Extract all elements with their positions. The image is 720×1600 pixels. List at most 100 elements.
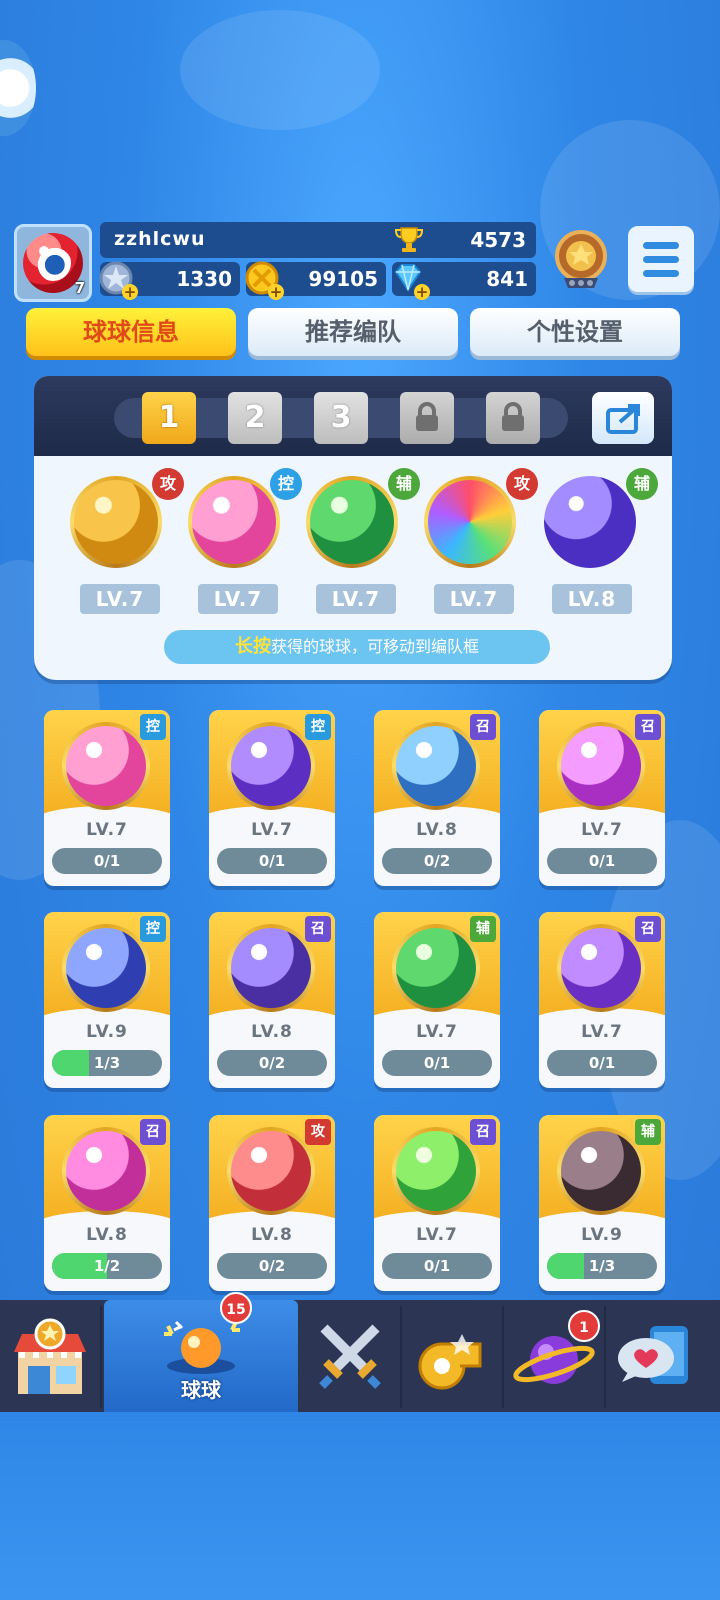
stamina-icon: +: [96, 258, 138, 300]
blue-swap-ball-icon: [544, 476, 636, 568]
nav-whistle[interactable]: [402, 1306, 504, 1408]
nav-planet[interactable]: 1: [504, 1306, 606, 1408]
team-slot-2[interactable]: 2: [228, 392, 282, 444]
card-progress-bar: 0/2: [217, 1253, 327, 1279]
team-ball-level: LV.7: [80, 584, 160, 614]
ball-card[interactable]: 辅 LV.7 0/1: [374, 912, 500, 1088]
role-badge: 控: [270, 468, 302, 500]
card-role-badge: 辅: [635, 1119, 661, 1145]
card-progress-text: 0/1: [423, 1257, 451, 1275]
nav-social[interactable]: [606, 1306, 706, 1408]
share-icon: [606, 404, 640, 434]
team-slot-5-locked[interactable]: [486, 392, 540, 444]
tab-personal-settings[interactable]: 个性设置: [470, 308, 680, 356]
rank-badge-icon[interactable]: [550, 228, 612, 294]
card-role-badge: 攻: [305, 1119, 331, 1145]
tab-recommended-team[interactable]: 推荐编队: [248, 308, 458, 356]
blue-clock-ball-icon: [66, 928, 146, 1008]
card-ball: [62, 924, 150, 1012]
role-badge: 攻: [152, 468, 184, 500]
card-role-badge: 召: [140, 1119, 166, 1145]
team-ball-3[interactable]: 辅: [306, 468, 420, 568]
gold-knight-ball-icon: [74, 480, 158, 564]
planet-badge: 1: [568, 1310, 600, 1342]
stamina-bar[interactable]: + 1330: [99, 261, 240, 300]
ball-card[interactable]: 控 LV.7 0/1: [44, 710, 170, 886]
card-progress-bar: 1/3: [547, 1253, 657, 1279]
add-diamond-icon[interactable]: +: [414, 284, 430, 300]
ball-card[interactable]: 召 LV.8 0/2: [374, 710, 500, 886]
menu-icon-line: [643, 270, 679, 277]
card-progress-bar: 0/1: [547, 848, 657, 874]
menu-button[interactable]: [628, 226, 694, 292]
card-level: LV.7: [251, 820, 293, 840]
avatar-level: 7: [74, 279, 85, 297]
card-role-badge: 召: [635, 714, 661, 740]
nav-shop[interactable]: [0, 1306, 102, 1408]
rainbow-gem-ball-icon: [428, 480, 512, 564]
card-ball: [227, 1127, 315, 1215]
ball-card[interactable]: 召 LV.8 0/2: [209, 912, 335, 1088]
ball-card[interactable]: 控 LV.7 0/1: [209, 710, 335, 886]
ball-card[interactable]: 召 LV.8 1/2: [44, 1115, 170, 1291]
card-ball: [227, 924, 315, 1012]
card-role-badge: 控: [140, 714, 166, 740]
team-ball-1[interactable]: 攻: [70, 468, 184, 568]
trophy-count: 4573: [470, 228, 526, 252]
long-press-hint: 长按获得的球球，可移动到编队框: [164, 630, 550, 664]
card-level: LV.8: [251, 1022, 293, 1042]
card-progress-bar: 0/1: [52, 848, 162, 874]
green-arrow-ball-icon: [310, 480, 394, 564]
dark-skull-ball-icon: [561, 1131, 641, 1211]
pink-heart-ball-icon: [192, 480, 276, 564]
diamond-bar[interactable]: + 841: [392, 262, 536, 300]
card-ball: [392, 1127, 480, 1215]
card-ball: [557, 924, 645, 1012]
diamond-value: 841: [486, 267, 528, 291]
card-role-badge: 召: [305, 916, 331, 942]
nav-balls[interactable]: 球球 15: [104, 1292, 298, 1412]
add-gold-icon[interactable]: +: [268, 284, 284, 300]
ball-card[interactable]: 召 LV.7 0/1: [374, 1115, 500, 1291]
username: zzhlcwu: [114, 228, 206, 250]
team-ball-2[interactable]: 控: [188, 468, 302, 568]
card-progress-bar: 0/1: [547, 1050, 657, 1076]
diamond-icon: +: [388, 258, 430, 300]
card-progress-text: 0/1: [588, 1054, 616, 1072]
ball-card[interactable]: 辅 LV.9 1/3: [539, 1115, 665, 1291]
green-arrow-ball-icon: [396, 928, 476, 1008]
hint-text: 获得的球球，可移动到编队框: [270, 637, 479, 656]
ball-card[interactable]: 召 LV.7 0/1: [539, 710, 665, 886]
avatar[interactable]: 7: [14, 224, 92, 302]
pink-blade-ball-icon: [66, 1131, 146, 1211]
card-progress-text: 0/2: [423, 852, 451, 870]
team-slot-header: 1 2 3: [34, 376, 672, 456]
role-badge: 辅: [388, 468, 420, 500]
team-ball-5[interactable]: 辅: [544, 468, 658, 568]
ball-card[interactable]: 攻 LV.8 0/2: [209, 1115, 335, 1291]
card-level: LV.7: [581, 820, 623, 840]
ball-card[interactable]: 召 LV.7 0/1: [539, 912, 665, 1088]
red-fist-ball-icon: [231, 1131, 311, 1211]
gold-bar[interactable]: + 99105: [245, 261, 386, 300]
hint-highlight: 长按: [234, 636, 271, 657]
card-role-badge: 召: [470, 714, 496, 740]
card-progress-text: 0/1: [423, 1054, 451, 1072]
team-slot-4-locked[interactable]: [400, 392, 454, 444]
nav-battle[interactable]: [300, 1306, 402, 1408]
team-slot-1[interactable]: 1: [142, 392, 196, 444]
nav-balls-label: 球球: [181, 1378, 221, 1402]
role-badge: 辅: [626, 468, 658, 500]
team-slot-3[interactable]: 3: [314, 392, 368, 444]
tab-ball-info[interactable]: 球球信息: [26, 308, 236, 356]
purple-planet-ball-icon: [561, 928, 641, 1008]
crossed-swords-icon: [319, 1324, 381, 1389]
team-ball-4[interactable]: 攻: [424, 468, 538, 568]
purple-ghost-ball-icon: [231, 928, 311, 1008]
card-ball: [62, 722, 150, 810]
card-ball: [392, 924, 480, 1012]
add-stamina-icon[interactable]: +: [122, 284, 138, 300]
card-level: LV.7: [581, 1022, 623, 1042]
ball-card[interactable]: 控 LV.9 1/3: [44, 912, 170, 1088]
share-button[interactable]: [592, 392, 654, 444]
